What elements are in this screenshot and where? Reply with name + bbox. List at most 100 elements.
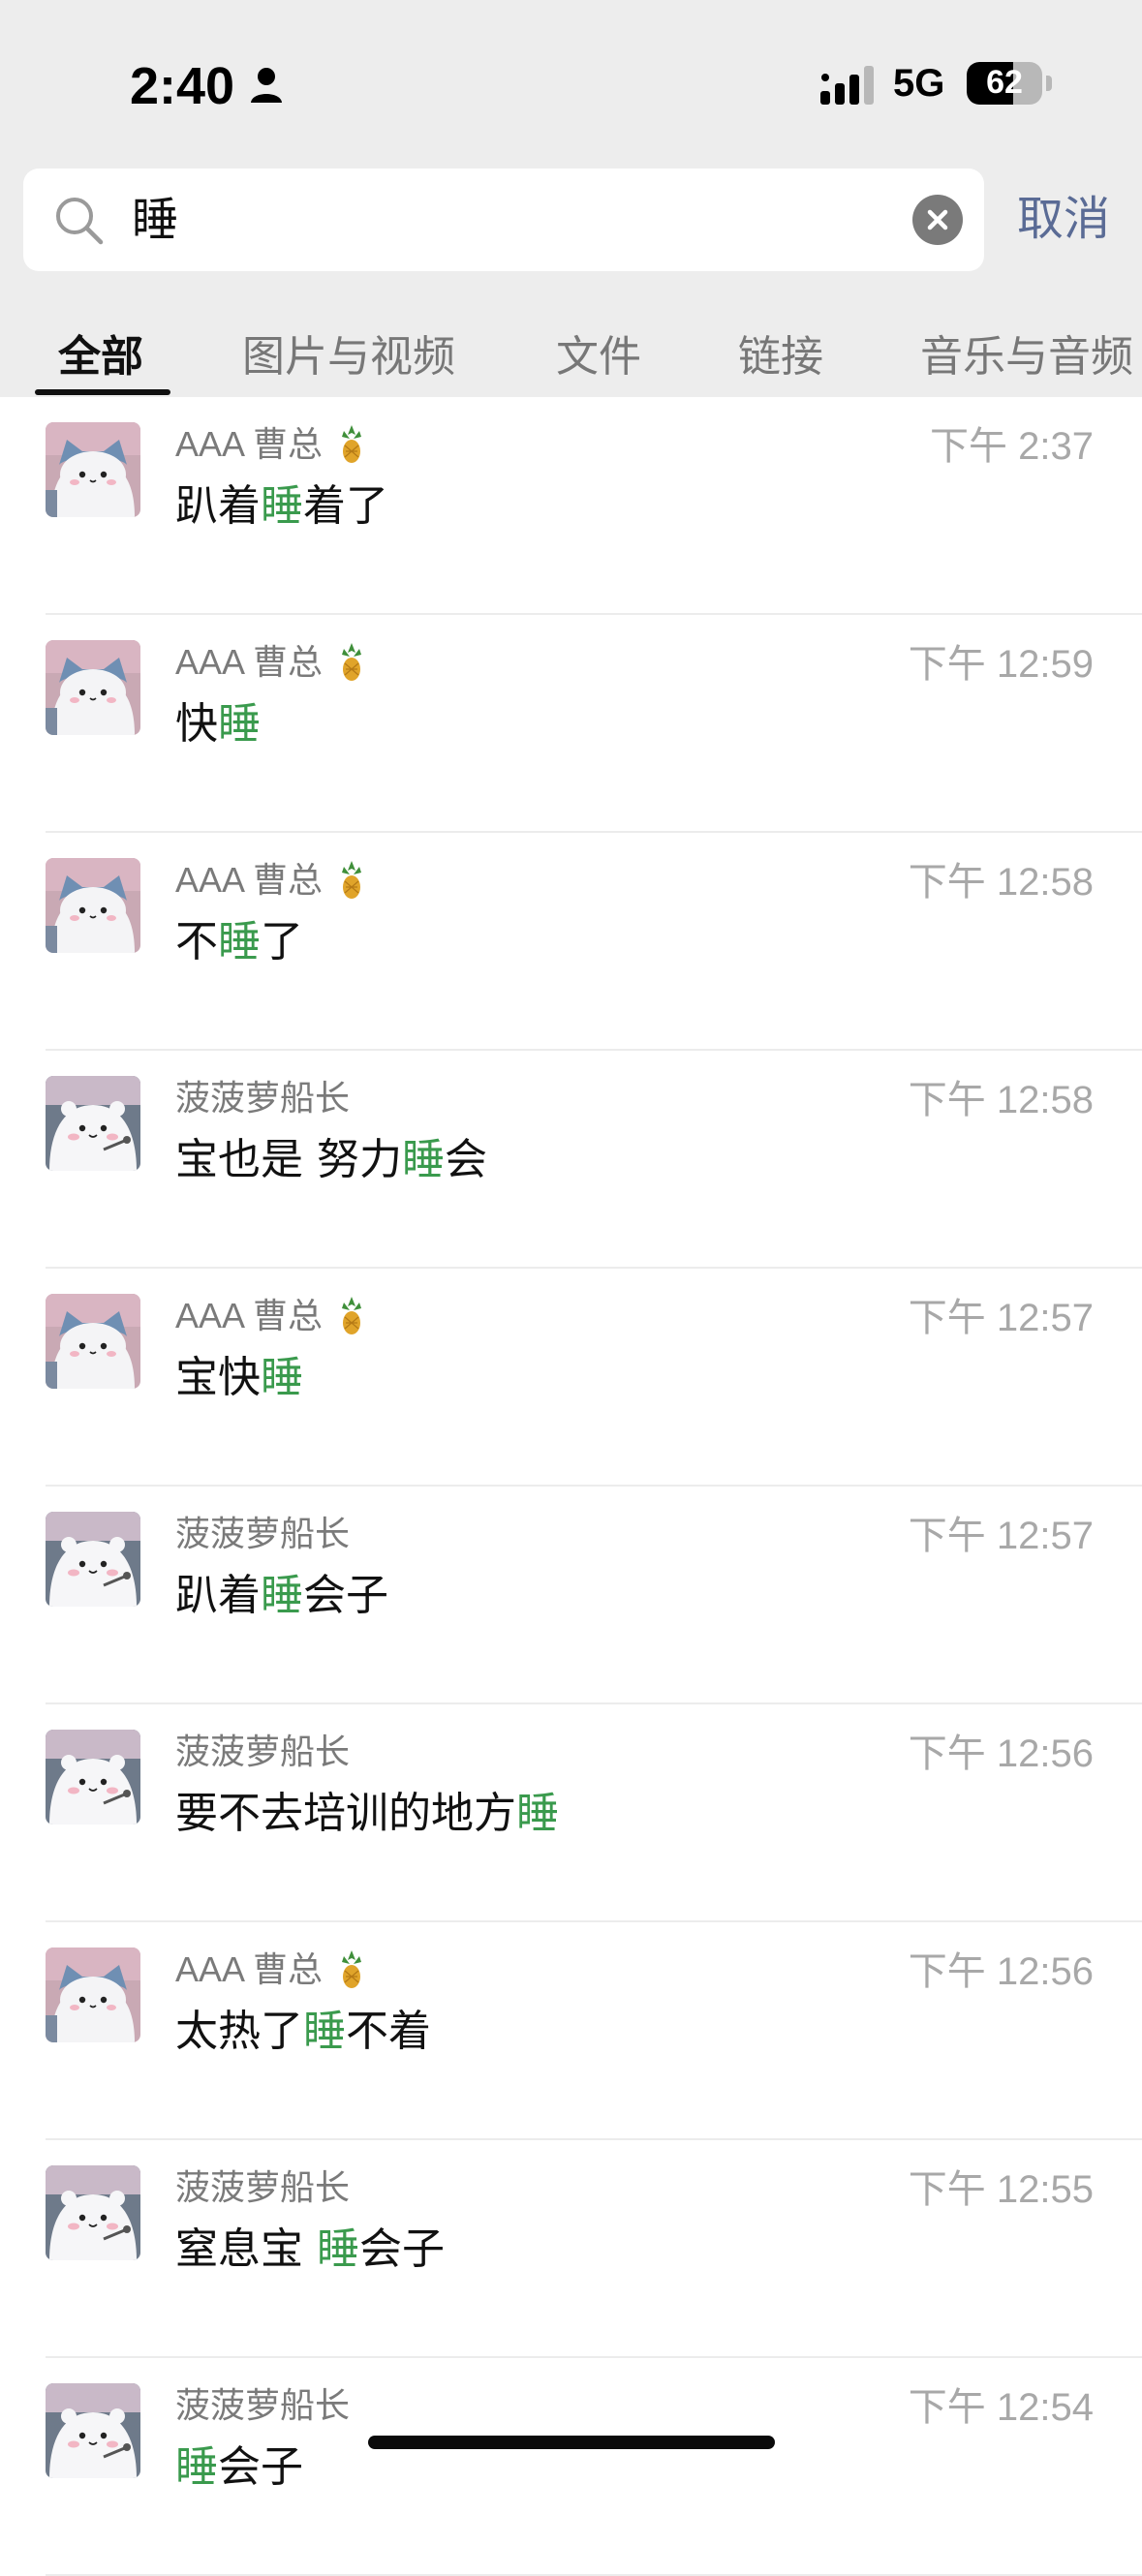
sender-name: 菠菠萝船长 (175, 1070, 350, 1120)
message-text: 窒息宝 睡会子 (175, 2214, 445, 2276)
result-row[interactable]: 菠菠萝船长 下午 12:54 睡会子 (0, 2358, 1142, 2576)
sender-name-text: AAA 曹总 (175, 860, 324, 900)
sender-name-text: AAA 曹总 (175, 1949, 324, 1989)
sender-name-text: AAA 曹总 (175, 642, 324, 682)
pineapple-icon (342, 1950, 362, 1988)
home-indicator[interactable] (368, 2436, 775, 2449)
message-post: 了 (261, 917, 303, 966)
sender-name-text: AAA 曹总 (175, 424, 324, 464)
message-highlight: 睡 (261, 1353, 303, 1402)
sender-name-text: 菠菠萝船长 (175, 2385, 351, 2425)
message-time: 下午 12:58 (908, 1079, 1094, 1121)
message-highlight: 睡 (218, 699, 261, 749)
sender-name: AAA 曹总 (175, 416, 365, 467)
sender-name: AAA 曹总 (175, 852, 365, 903)
message-pre: 趴着 (175, 481, 261, 531)
clear-search-button[interactable] (912, 195, 963, 245)
sender-name-text: 菠菠萝船长 (175, 2167, 351, 2207)
avatar[interactable] (46, 858, 140, 953)
message-post: 会子 (218, 2442, 303, 2492)
result-row[interactable]: AAA 曹总 下午 12:59 快睡 (0, 615, 1142, 833)
sender-name-text: AAA 曹总 (175, 1296, 324, 1335)
message-post: 着了 (303, 481, 388, 531)
pineapple-icon (342, 643, 362, 681)
message-highlight: 睡 (516, 1789, 559, 1838)
sender-name: 菠菠萝船长 (175, 1506, 350, 1556)
search-input[interactable]: 睡 (132, 186, 178, 254)
message-text: 快睡 (175, 689, 261, 751)
message-text: 宝也是 努力睡会 (175, 1124, 487, 1186)
message-time: 下午 12:56 (908, 1950, 1094, 1993)
avatar[interactable] (46, 1730, 140, 1825)
message-post: 不着 (346, 2007, 431, 2056)
message-highlight: 睡 (218, 917, 261, 966)
sender-name: AAA 曹总 (175, 634, 365, 685)
message-time: 下午 12:57 (908, 1297, 1094, 1339)
tab-links[interactable]: 链接 (738, 322, 823, 383)
avatar[interactable] (46, 1947, 140, 2042)
cancel-button[interactable]: 取消 (1017, 190, 1110, 248)
result-row[interactable]: 菠菠萝船长 下午 12:55 窒息宝 睡会子 (0, 2140, 1142, 2358)
result-row[interactable]: 菠菠萝船长 下午 12:58 宝也是 努力睡会 (0, 1051, 1142, 1269)
avatar[interactable] (46, 2383, 140, 2478)
message-pre: 不 (175, 917, 218, 966)
result-row[interactable]: AAA 曹总 下午 12:58 不睡了 (0, 833, 1142, 1051)
battery-percent: 62 (986, 64, 1023, 101)
avatar[interactable] (46, 1076, 140, 1171)
message-highlight: 睡 (317, 2224, 359, 2274)
battery-cap (1046, 76, 1052, 91)
avatar[interactable] (46, 2165, 140, 2260)
message-text: 宝快睡 (175, 1342, 303, 1404)
filter-tabs: 全部 图片与视频 文件 链接 音乐与音频 (0, 310, 1142, 397)
message-text: 要不去培训的地方睡 (175, 1778, 559, 1840)
message-text: 趴着睡着了 (175, 471, 388, 533)
result-row[interactable]: 菠菠萝船长 下午 12:57 趴着睡会子 (0, 1487, 1142, 1704)
message-time: 下午 12:59 (908, 643, 1094, 686)
result-row[interactable]: 菠菠萝船长 下午 12:56 要不去培训的地方睡 (0, 1704, 1142, 1922)
status-time: 2:40 (130, 57, 235, 115)
network-label: 5G (893, 62, 945, 105)
tab-all[interactable]: 全部 (58, 322, 143, 383)
header-area: 2:40 5G 62 睡 取消 全部 图片与视频 文件 链接 音乐与音频 (0, 0, 1142, 397)
avatar[interactable] (46, 422, 140, 517)
sender-name: 菠菠萝船长 (175, 2377, 350, 2428)
message-highlight: 睡 (261, 481, 303, 531)
sender-name-text: 菠菠萝船长 (175, 1514, 351, 1553)
tab-music-audio[interactable]: 音乐与音频 (920, 322, 1133, 383)
result-row[interactable]: AAA 曹总 下午 12:56 太热了睡不着 (0, 1922, 1142, 2140)
message-highlight: 睡 (402, 1135, 445, 1184)
message-time: 下午 12:54 (908, 2386, 1094, 2429)
message-pre: 窒息宝 (175, 2224, 317, 2274)
search-icon (56, 198, 104, 245)
message-pre: 宝也是 努力 (175, 1135, 402, 1184)
tab-photos-videos[interactable]: 图片与视频 (242, 322, 455, 383)
sender-name: 菠菠萝船长 (175, 1724, 350, 1774)
message-pre: 快 (175, 699, 218, 749)
message-text: 趴着睡会子 (175, 1560, 388, 1622)
message-time: 下午 12:58 (908, 861, 1094, 904)
person-icon (251, 68, 282, 103)
avatar[interactable] (46, 1512, 140, 1607)
avatar[interactable] (46, 1294, 140, 1389)
result-row[interactable]: AAA 曹总 下午 2:37 趴着睡着了 (0, 397, 1142, 615)
battery-icon: 62 (967, 62, 1042, 105)
message-pre: 趴着 (175, 1571, 261, 1620)
message-highlight: 睡 (175, 2442, 218, 2492)
message-pre: 太热了 (175, 2007, 303, 2056)
avatar[interactable] (46, 640, 140, 735)
sender-name: AAA 曹总 (175, 1942, 365, 1992)
result-row[interactable]: AAA 曹总 下午 12:57 宝快睡 (0, 1269, 1142, 1487)
pineapple-icon (342, 861, 362, 899)
message-highlight: 睡 (303, 2007, 346, 2056)
cellular-signal-icon (820, 66, 874, 105)
search-field[interactable]: 睡 (23, 169, 984, 271)
active-tab-indicator (35, 389, 170, 395)
message-text: 睡会子 (175, 2432, 303, 2494)
message-text: 不睡了 (175, 906, 303, 968)
sender-name-text: 菠菠萝船长 (175, 1078, 351, 1118)
message-time: 下午 12:56 (908, 1733, 1094, 1775)
sender-name-text: 菠菠萝船长 (175, 1732, 351, 1771)
message-highlight: 睡 (261, 1571, 303, 1620)
message-time: 下午 12:55 (908, 2168, 1094, 2211)
tab-files[interactable]: 文件 (556, 322, 641, 383)
